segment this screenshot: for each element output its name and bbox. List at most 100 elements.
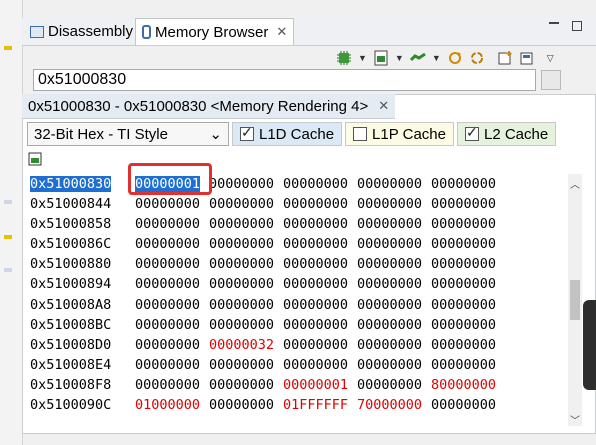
memory-cell[interactable]: 00000001 [283,375,357,395]
maximize-button[interactable] [572,21,582,31]
checkbox[interactable] [240,124,254,141]
l2-cache-toggle[interactable]: L2 Cache [457,122,557,146]
memory-cell[interactable]: 00000000 [431,355,505,375]
memory-cell[interactable]: 00000000 [431,174,505,194]
pin-icon[interactable] [519,50,535,66]
memory-cell[interactable]: 80000000 [431,375,505,395]
memory-cell[interactable]: 00000000 [283,355,357,375]
chevron-down-icon[interactable]: ▼ [395,53,404,63]
checkbox[interactable] [465,124,479,141]
memory-cell[interactable]: 00000000 [209,274,283,294]
row-address[interactable]: 0x51000858 [30,214,135,234]
l1d-cache-toggle[interactable]: L1D Cache [232,122,343,146]
chevron-down-icon[interactable]: ▼ [432,53,441,63]
memory-cell[interactable]: 00000000 [135,214,209,234]
memory-cell[interactable]: 00000000 [431,315,505,335]
memory-cell[interactable]: 00000000 [357,194,431,214]
memory-cell[interactable]: 00000000 [431,214,505,234]
memory-cell[interactable]: 00000000 [357,174,431,194]
memory-cell[interactable]: 00000000 [209,214,283,234]
row-address[interactable]: 0x51000894 [30,274,135,294]
memory-cell[interactable]: 00000000 [135,234,209,254]
scroll-up-icon[interactable]: ︿ [568,176,582,191]
memory-cell[interactable]: 00000000 [209,375,283,395]
memory-cell[interactable]: 00000000 [283,254,357,274]
memory-cell[interactable]: 00000000 [135,295,209,315]
tab-memory-rendering[interactable]: 0x51000830 - 0x51000830 <Memory Renderin… [22,94,396,119]
tab-disassembly[interactable]: Disassembly [24,18,139,45]
memory-cell[interactable]: 00000000 [357,234,431,254]
close-icon[interactable]: ✕ [276,24,287,40]
memory-cell[interactable]: 00000000 [209,174,283,194]
memory-cell[interactable]: 00000000 [135,194,209,214]
memory-cell[interactable]: 00000000 [209,395,283,415]
memory-cell[interactable]: 00000000 [283,174,357,194]
memory-cell[interactable]: 00000000 [135,355,209,375]
memory-cell[interactable]: 00000000 [209,254,283,274]
memory-cell[interactable]: 00000000 [431,254,505,274]
row-address[interactable]: 0x51000844 [30,194,135,214]
memory-cell[interactable]: 00000000 [357,355,431,375]
row-address[interactable]: 0x51000880 [30,254,135,274]
memory-cell[interactable]: 01000000 [135,395,209,415]
memory-cell[interactable]: 00000000 [283,274,357,294]
format-select[interactable]: 32-Bit Hex - TI Style ⌄ [27,122,229,146]
memory-cell[interactable]: 00000000 [135,335,209,355]
memory-cell[interactable]: 00000000 [431,234,505,254]
memory-cell[interactable]: 00000000 [209,295,283,315]
chip-icon[interactable] [336,50,352,66]
memory-icon[interactable] [373,50,389,66]
sync-icon[interactable] [447,50,463,66]
view-menu-icon[interactable]: ▽ [547,53,554,64]
connect-icon[interactable] [409,50,426,66]
row-address[interactable]: 0x510008D0 [30,335,135,355]
memory-cell[interactable]: 00000000 [431,274,505,294]
row-address[interactable]: 0x5100086C [30,234,135,254]
close-icon[interactable]: ✕ [378,98,389,114]
checkbox[interactable] [353,127,368,141]
memory-cell[interactable]: 00000000 [135,315,209,335]
memory-cell[interactable]: 00000000 [283,335,357,355]
side-handle[interactable] [583,300,596,390]
memory-cell[interactable]: 00000000 [135,254,209,274]
vertical-scrollbar[interactable]: ︿ ﹀ [568,174,582,427]
memory-cell[interactable]: 00000000 [431,194,505,214]
memory-cell[interactable]: 00000032 [209,335,283,355]
row-address[interactable]: 0x510008BC [30,315,135,335]
memory-cell[interactable]: 00000000 [209,234,283,254]
row-address[interactable]: 0x510008A8 [30,295,135,315]
memory-cell[interactable]: 00000000 [357,254,431,274]
memory-cell[interactable]: 00000000 [357,214,431,234]
memory-cell[interactable]: 00000000 [431,395,505,415]
new-view-icon[interactable] [497,50,513,66]
chevron-down-icon[interactable]: ▼ [358,53,367,63]
memory-cell[interactable]: 70000000 [357,395,431,415]
memory-cell[interactable]: 00000000 [431,295,505,315]
scroll-down-icon[interactable]: ﹀ [568,412,582,427]
row-address[interactable]: 0x51000830 [30,174,135,194]
memory-cell[interactable]: 00000000 [283,315,357,335]
scroll-thumb[interactable] [570,280,580,320]
memory-cell[interactable]: 00000000 [431,335,505,355]
memory-cell[interactable]: 00000000 [135,274,209,294]
minimize-button[interactable] [549,22,559,24]
memory-cell[interactable]: 00000000 [283,194,357,214]
memory-cell[interactable]: 00000000 [209,315,283,335]
memory-cell[interactable]: 00000000 [357,335,431,355]
memory-cell[interactable]: 00000000 [357,315,431,335]
l1p-cache-toggle[interactable]: L1P Cache [345,122,454,146]
memory-cell[interactable]: 00000000 [283,214,357,234]
address-input[interactable] [33,69,536,91]
memory-cell[interactable]: 00000000 [283,234,357,254]
memory-cell[interactable]: 00000000 [357,375,431,395]
row-address[interactable]: 0x510008F8 [30,375,135,395]
memory-cell[interactable]: 00000000 [209,194,283,214]
tab-memory-browser[interactable]: Memory Browser ✕ [135,18,295,45]
memory-cell[interactable]: 01FFFFFF [283,395,357,415]
row-address[interactable]: 0x5100090C [30,395,135,415]
memory-cell[interactable]: 00000000 [357,274,431,294]
row-address[interactable]: 0x510008E4 [30,355,135,375]
go-button[interactable] [541,70,561,90]
memory-cell[interactable]: 00000000 [209,355,283,375]
memory-cell[interactable]: 00000000 [283,295,357,315]
